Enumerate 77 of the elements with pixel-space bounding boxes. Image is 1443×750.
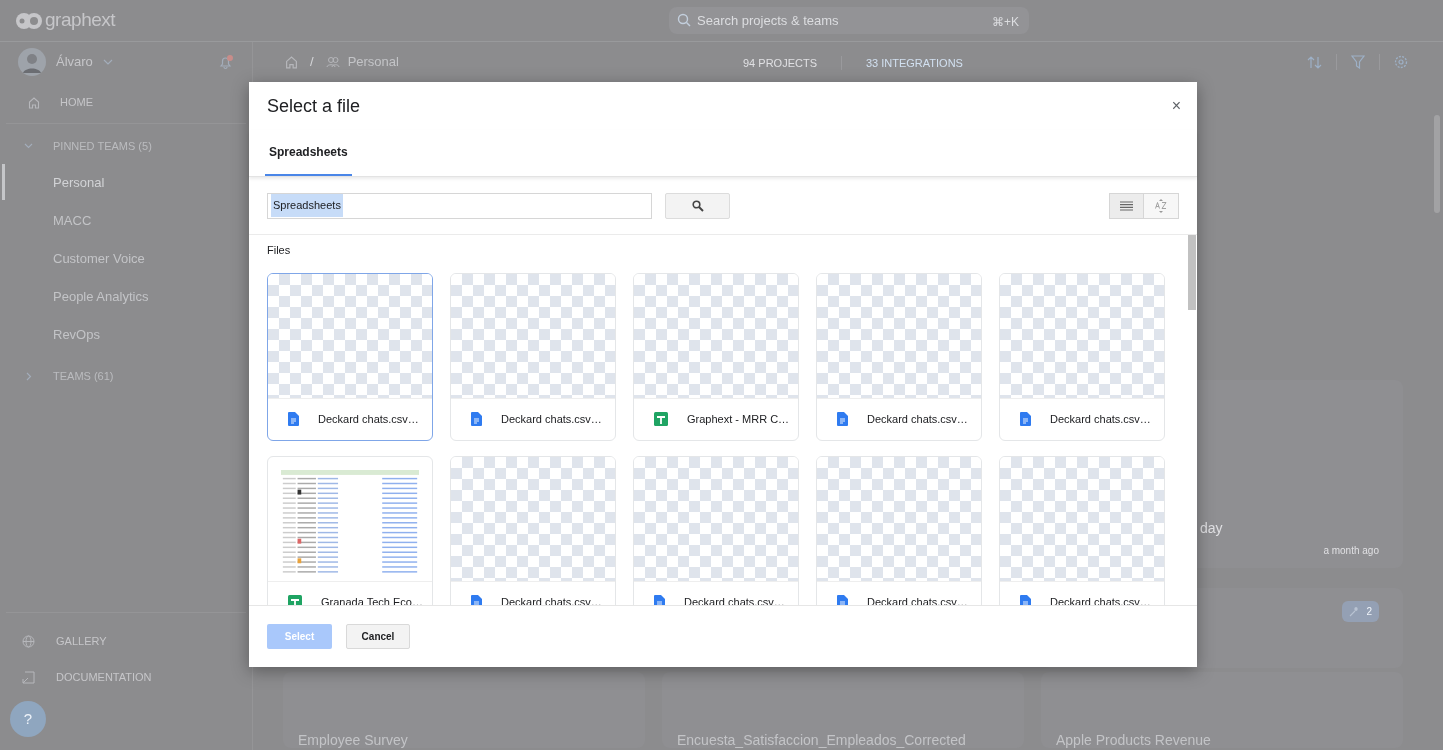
team-link[interactable]: Customer Voice	[53, 249, 145, 269]
nav-link[interactable]: HOME	[60, 94, 93, 111]
search-button[interactable]	[665, 192, 730, 219]
shortcut-hint: ⌘+K	[992, 14, 1019, 31]
user-name[interactable]: Álvaro	[56, 52, 93, 72]
help-button[interactable]: ?	[10, 701, 46, 737]
search-icon	[691, 199, 704, 212]
bell-icon[interactable]	[218, 54, 234, 70]
file-name: Deckard chats.csv…	[867, 594, 968, 605]
document-icon	[471, 412, 482, 426]
file-name: Deckard chats.csv…	[684, 594, 785, 605]
document-icon	[837, 412, 848, 426]
logo-icon	[15, 11, 43, 30]
search-icon	[677, 13, 691, 27]
file-card[interactable]: Deckard chats.csv…	[999, 455, 1165, 605]
document-icon	[1020, 595, 1031, 605]
team-link[interactable]: RevOps	[53, 325, 100, 345]
sort-icon[interactable]	[1307, 54, 1322, 70]
sort-az-icon	[1155, 198, 1167, 213]
home-icon[interactable]	[285, 55, 298, 69]
file-name: Deckard chats.csv…	[1050, 594, 1151, 605]
avatar[interactable]	[18, 48, 46, 76]
file-name: Graphext - MRR C…	[687, 411, 790, 427]
team-link[interactable]: Personal	[53, 173, 105, 193]
view-tab[interactable]: 94 PROJECTS	[743, 55, 817, 72]
document-icon	[837, 595, 848, 605]
file-name: Deckard chats.csv…	[501, 411, 602, 427]
team-icon	[325, 56, 340, 68]
search-field[interactable]: Spreadsheets	[267, 192, 652, 219]
document-icon	[654, 595, 665, 605]
file-card[interactable]: Deckard chats.csv…	[999, 272, 1165, 441]
close-button[interactable]: ×	[1169, 98, 1183, 114]
badge-count: 2	[1366, 605, 1372, 619]
file-card[interactable]: Granada Tech Eco…	[267, 455, 433, 605]
document-icon	[22, 670, 35, 684]
cancel-button[interactable]: Cancel	[346, 624, 410, 649]
file-card[interactable]: Graphext - MRR C…	[633, 272, 799, 441]
card-title: day	[1200, 519, 1223, 538]
view-tab[interactable]: 33 INTEGRATIONS	[865, 55, 963, 72]
file-card[interactable]: Deckard chats.csv…	[267, 272, 433, 441]
file-card[interactable]: Deckard chats.csv…	[450, 272, 616, 441]
breadcrumb-link[interactable]: Personal	[347, 52, 399, 72]
file-name: Deckard chats.csv…	[1050, 411, 1151, 427]
team-link[interactable]: People Analytics	[53, 287, 149, 307]
chevron-down-icon[interactable]	[102, 59, 113, 65]
chevron-down-icon[interactable]	[24, 143, 33, 149]
section-label: Files	[267, 243, 292, 258]
team-link[interactable]: MACC	[53, 211, 92, 231]
dialog-title: Select a file	[267, 94, 361, 118]
list-icon	[1120, 200, 1133, 211]
filter-icon[interactable]	[1351, 55, 1365, 69]
nav-link[interactable]: DOCUMENTATION	[56, 668, 152, 686]
file-card[interactable]: Deckard chats.csv…	[450, 455, 616, 605]
file-card[interactable]: Deckard chats.csv…	[816, 272, 982, 441]
timestamp: a month ago	[1323, 544, 1379, 558]
file-name: Deckard chats.csv…	[867, 411, 968, 427]
file-name: Granada Tech Eco…	[321, 594, 423, 605]
logo-text: graphext	[45, 8, 116, 33]
document-icon	[471, 595, 482, 605]
settings-icon[interactable]	[1394, 55, 1408, 69]
globe-icon	[22, 634, 35, 648]
file-card[interactable]: Deckard chats.csv…	[816, 455, 982, 605]
document-icon	[1020, 412, 1031, 426]
breadcrumb-separator: /	[310, 53, 314, 72]
document-icon	[288, 412, 299, 426]
home-icon	[28, 96, 40, 109]
list-view-button[interactable]	[1109, 192, 1144, 219]
spreadsheet-icon	[654, 412, 668, 426]
scrollbar[interactable]	[1188, 235, 1196, 310]
tab[interactable]: Spreadsheets	[265, 130, 352, 176]
spreadsheet-icon	[288, 595, 302, 605]
selected-text: Spreadsheets	[271, 194, 343, 217]
file-name: Deckard chats.csv…	[501, 594, 602, 605]
chevron-right-icon[interactable]	[24, 371, 33, 381]
file-name: Deckard chats.csv…	[318, 411, 419, 427]
file-card[interactable]: Deckard chats.csv…	[633, 455, 799, 605]
nav-link[interactable]: GALLERY	[56, 632, 107, 650]
